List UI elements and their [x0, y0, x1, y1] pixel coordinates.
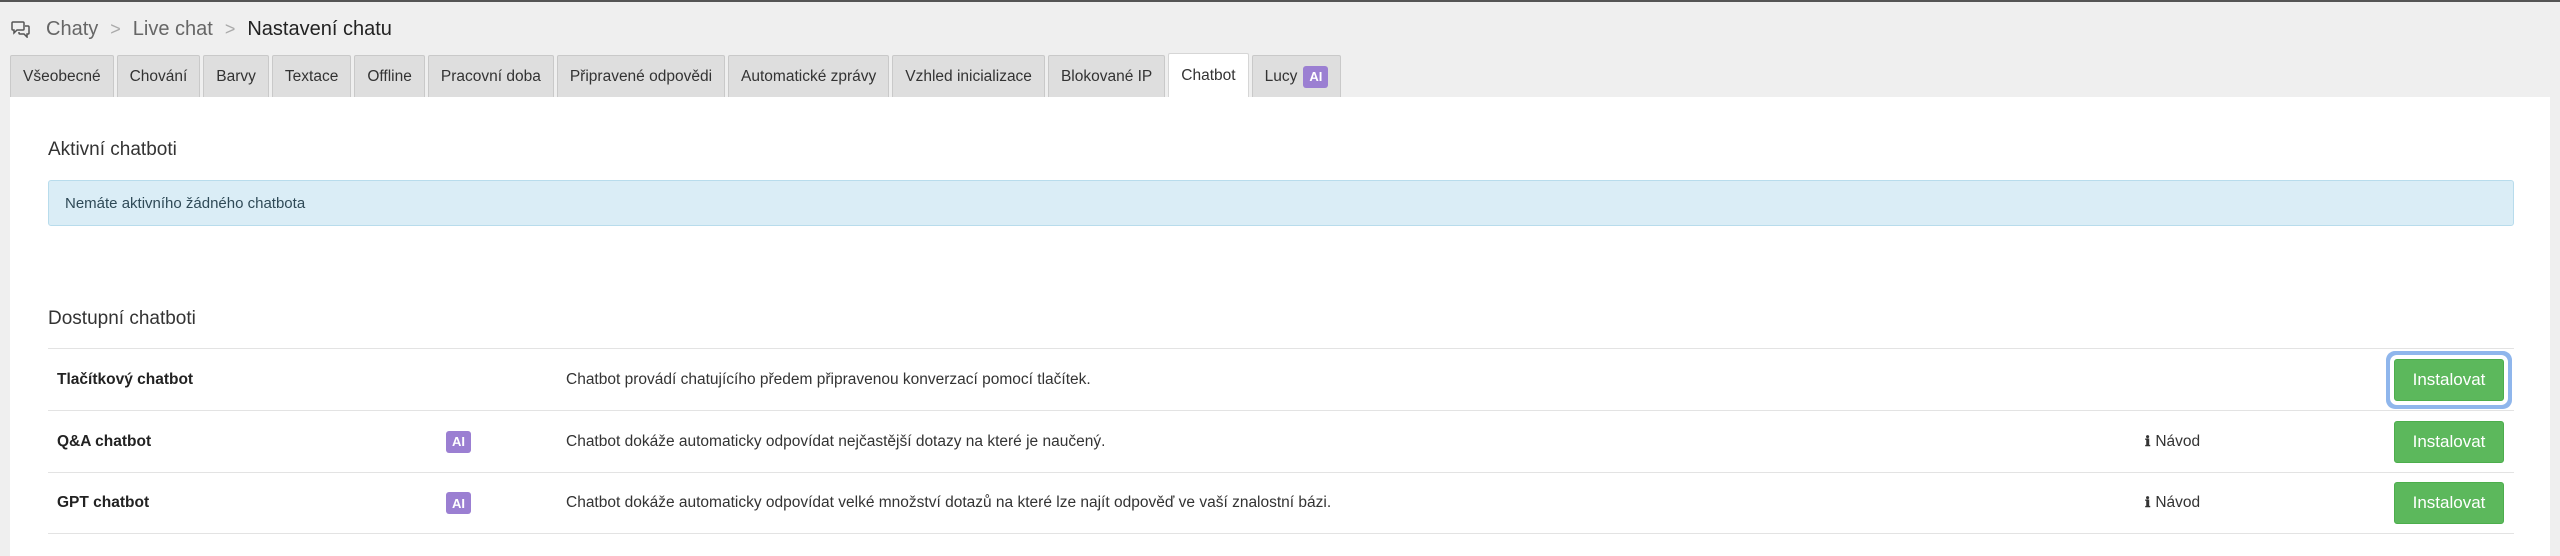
- tab-automaticke-zpravy[interactable]: Automatické zprávy: [728, 55, 890, 97]
- tab-label: Chatbot: [1181, 66, 1236, 84]
- tab-pracovni-doba[interactable]: Pracovní doba: [427, 55, 554, 97]
- alert-text: Nemáte aktivního žádného chatbota: [65, 194, 306, 212]
- ai-badge-cell: AI: [446, 473, 471, 533]
- tab-lucy[interactable]: Lucy AI: [1251, 55, 1342, 97]
- tab-label: Vzhled inicializace: [905, 67, 1032, 85]
- chatbot-description: Chatbot provádí chatujícího předem připr…: [566, 370, 1091, 388]
- chatbot-description: Chatbot dokáže automaticky odpovídat nej…: [566, 432, 1106, 450]
- ai-badge-cell: AI: [446, 411, 471, 472]
- tab-label: Pracovní doba: [440, 67, 541, 85]
- tab-label: Blokované IP: [1060, 67, 1153, 85]
- install-cell: Instalovat: [2394, 349, 2504, 410]
- settings-tabs: Všeobecné Chování Barvy Textace Offline …: [10, 53, 1344, 97]
- tab-chovani[interactable]: Chování: [116, 55, 201, 97]
- table-row: GPT chatbot AI Chatbot dokáže automatick…: [48, 472, 2514, 534]
- tab-pripravene-odpovedi[interactable]: Připravené odpovědi: [556, 55, 726, 97]
- breadcrumb-separator: >: [224, 18, 236, 39]
- tab-chatbot[interactable]: Chatbot: [1168, 53, 1249, 97]
- tab-label: Připravené odpovědi: [569, 67, 713, 85]
- breadcrumb: Chaty > Live chat > Nastavení chatu: [10, 14, 392, 44]
- table-row: Tlačítkový chatbot Chatbot provádí chatu…: [48, 348, 2514, 410]
- info-icon: ℹ: [2145, 495, 2151, 511]
- tab-vseobecne[interactable]: Všeobecné: [10, 55, 114, 97]
- chatbot-name: Q&A chatbot: [57, 432, 152, 450]
- chatbot-panel: Aktivní chatboti Nemáte aktivního žádnéh…: [10, 97, 2550, 556]
- tab-barvy[interactable]: Barvy: [203, 55, 269, 97]
- breadcrumb-separator: >: [110, 18, 121, 39]
- info-icon: ℹ: [2145, 433, 2151, 450]
- ai-badge: AI: [1303, 65, 1329, 88]
- ai-badge: AI: [446, 430, 471, 453]
- install-cell: Instalovat: [2394, 411, 2504, 472]
- tab-vzhled-inicializace[interactable]: Vzhled inicializace: [892, 55, 1045, 97]
- table-row: Q&A chatbot AI Chatbot dokáže automatick…: [48, 410, 2514, 472]
- chat-bubbles-icon: [10, 18, 32, 40]
- available-chatbots-title: Dostupní chatboti: [48, 308, 196, 329]
- install-button[interactable]: Instalovat: [2394, 420, 2504, 463]
- tab-textace[interactable]: Textace: [271, 55, 352, 97]
- breadcrumb-chaty[interactable]: Chaty: [46, 18, 98, 41]
- no-active-chatbot-alert: Nemáte aktivního žádného chatbota: [48, 180, 2514, 226]
- chatbot-name: Tlačítkový chatbot: [57, 370, 194, 388]
- available-chatbots-table: Tlačítkový chatbot Chatbot provádí chatu…: [48, 348, 2514, 534]
- breadcrumb-current: Nastavení chatu: [247, 17, 392, 40]
- guide-label: Návod: [2155, 494, 2201, 511]
- guide-link[interactable]: ℹ Návod: [2145, 411, 2200, 472]
- tab-blokovane-ip[interactable]: Blokované IP: [1047, 55, 1166, 97]
- tab-label: Offline: [367, 67, 412, 85]
- tab-label: Chování: [129, 67, 188, 85]
- install-cell: Instalovat: [2394, 473, 2504, 533]
- chatbot-name: GPT chatbot: [57, 494, 150, 511]
- tab-label: Textace: [284, 67, 339, 85]
- install-button[interactable]: Instalovat: [2394, 358, 2504, 401]
- tab-label: Automatické zprávy: [741, 67, 877, 85]
- install-button[interactable]: Instalovat: [2394, 482, 2504, 524]
- ai-badge: AI: [446, 492, 471, 514]
- chatbot-description: Chatbot dokáže automaticky odpovídat vel…: [566, 494, 1332, 511]
- guide-label: Návod: [2155, 432, 2201, 450]
- tab-label: Barvy: [216, 67, 256, 85]
- guide-link[interactable]: ℹ Návod: [2145, 473, 2200, 533]
- window-top-border: [0, 0, 2560, 2]
- active-chatbots-title: Aktivní chatboti: [48, 139, 177, 160]
- breadcrumb-live-chat[interactable]: Live chat: [133, 18, 213, 41]
- tab-label: Všeobecné: [23, 67, 101, 85]
- tab-label: Lucy: [1264, 67, 1298, 85]
- tab-offline[interactable]: Offline: [354, 55, 425, 97]
